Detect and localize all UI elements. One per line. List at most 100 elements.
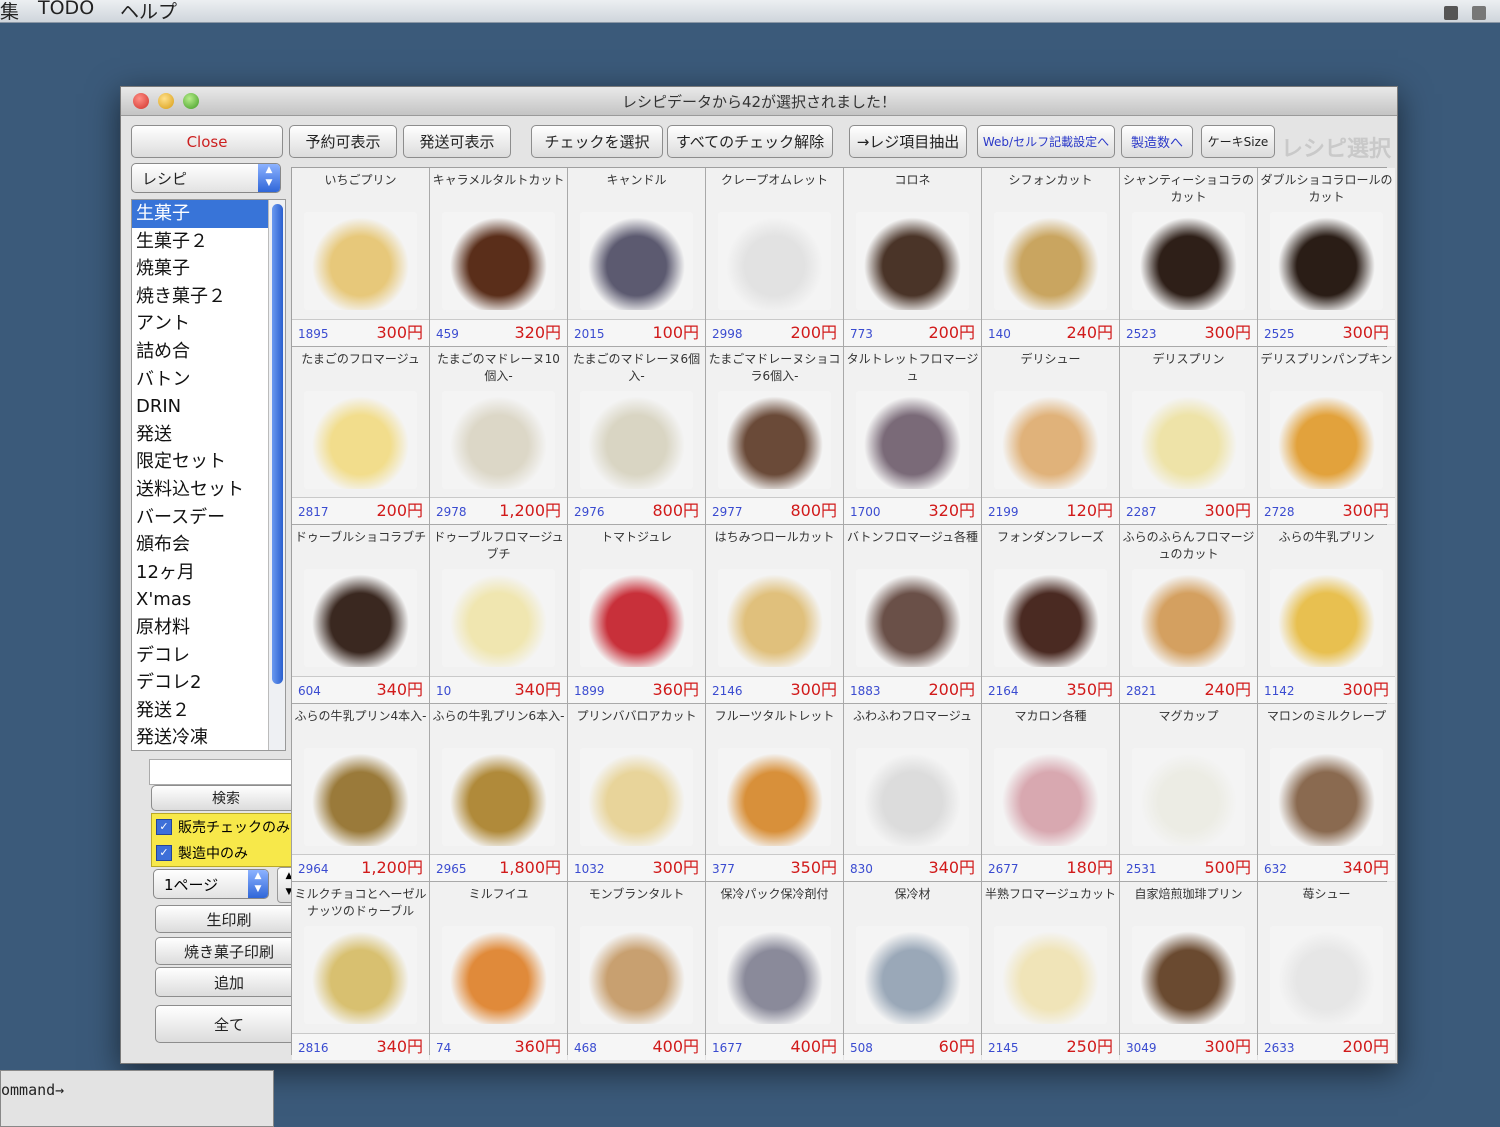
cake-size-button[interactable]: ケーキSize (1201, 125, 1275, 158)
product-cell[interactable]: ふらの牛乳プリン4本入- 2964 1,200円 (292, 703, 429, 882)
product-image[interactable] (1132, 390, 1245, 489)
product-cell[interactable]: シフォンカット 140 240円 (982, 168, 1119, 346)
product-cell[interactable]: ふらの牛乳プリン 1142 300円 (1258, 525, 1395, 703)
product-cell[interactable]: タルトレットフロマージュ 1700 320円 (844, 346, 981, 525)
product-image[interactable] (580, 569, 693, 668)
product-image[interactable] (442, 569, 555, 668)
extract-register-button[interactable]: →レジ項目抽出 (849, 125, 967, 158)
product-image[interactable] (856, 569, 969, 668)
product-cell[interactable]: マカロン各種 2677 180円 (982, 703, 1119, 882)
add-button[interactable]: 追加 (155, 967, 303, 997)
product-cell[interactable]: たまごのマドレーヌ10個入- 2978 1,200円 (430, 346, 567, 525)
product-cell[interactable]: フォンダンフレーズ 2164 350円 (982, 525, 1119, 703)
select-checked-button[interactable]: チェックを選択 (531, 125, 663, 158)
sidebar-item[interactable]: 焼菓子 (132, 255, 285, 283)
product-cell[interactable]: フルーツタルトレット 377 350円 (706, 703, 843, 882)
sales-check-row[interactable]: ✓ 販売チェックのみ (152, 814, 304, 840)
product-image[interactable] (718, 569, 831, 668)
product-image[interactable] (718, 926, 831, 1025)
scrollbar-thumb[interactable] (272, 204, 283, 684)
search-button[interactable]: 検索 (151, 785, 301, 811)
product-cell[interactable]: マグカップ 2531 500円 (1120, 703, 1257, 882)
sidebar-item[interactable]: 限定セット (132, 448, 285, 476)
product-image[interactable] (304, 926, 417, 1025)
product-image[interactable] (1132, 212, 1245, 310)
print-fresh-button[interactable]: 生印刷 (155, 905, 303, 933)
product-cell[interactable]: ミルクチョコとヘーゼルナッツのドゥーブル 2816 340円 (292, 882, 429, 1060)
product-cell[interactable]: はちみつロールカット 2146 300円 (706, 525, 843, 703)
clear-checks-button[interactable]: すべてのチェック解除 (667, 125, 833, 158)
web-settings-button[interactable]: Web/セルフ記載設定へ (977, 125, 1115, 158)
product-cell[interactable]: トマトジュレ 1899 360円 (568, 525, 705, 703)
product-image[interactable] (580, 212, 693, 310)
product-cell[interactable]: キャラメルタルトカット 459 320円 (430, 168, 567, 346)
sidebar-item[interactable]: デコレ2 (132, 669, 285, 697)
product-cell[interactable]: キャンドル 2015 100円 (568, 168, 705, 346)
product-image[interactable] (856, 926, 969, 1025)
product-cell[interactable]: ふわふわフロマージュ 830 340円 (844, 703, 981, 882)
input-method-icon[interactable] (1444, 6, 1458, 20)
product-cell[interactable]: ドゥーブルショコラブチ 604 340円 (292, 525, 429, 703)
product-image[interactable] (442, 212, 555, 310)
product-image[interactable] (1132, 926, 1245, 1025)
product-cell[interactable]: いちごプリン 1895 300円 (292, 168, 429, 346)
product-cell[interactable]: たまごのフロマージュ 2817 200円 (292, 346, 429, 525)
product-image[interactable] (580, 926, 693, 1025)
product-cell[interactable]: 保冷材 508 60円 (844, 882, 981, 1060)
sidebar-item[interactable]: 原材料 (132, 614, 285, 642)
sidebar-item[interactable]: バトン (132, 366, 285, 394)
list-scrollbar[interactable] (268, 200, 285, 750)
sidebar-item[interactable]: 12ヶ月 (132, 559, 285, 587)
product-cell[interactable]: ふらの牛乳プリン6本入- 2965 1,800円 (430, 703, 567, 882)
sidebar-item[interactable]: 生菓子 (132, 200, 285, 228)
product-image[interactable] (580, 747, 693, 846)
sidebar-item[interactable]: 発送冷凍 (132, 724, 285, 750)
menu-todo[interactable]: TODO (38, 0, 94, 19)
product-cell[interactable]: モンブランタルト 468 400円 (568, 882, 705, 1060)
sidebar-item[interactable]: 詰め合 (132, 338, 285, 366)
product-image[interactable] (442, 390, 555, 489)
page-popup[interactable]: 1ページ ▲ ▼ (153, 869, 269, 899)
product-image[interactable] (718, 747, 831, 846)
product-cell[interactable]: 苺シュー 2633 200円 (1258, 882, 1395, 1060)
product-cell[interactable]: たまごのマドレーヌ6個入- 2976 800円 (568, 346, 705, 525)
sidebar-item[interactable]: 焼き菓子２ (132, 283, 285, 311)
product-image[interactable] (718, 212, 831, 310)
product-image[interactable] (304, 569, 417, 668)
product-image[interactable] (1132, 569, 1245, 668)
sidebar-item[interactable]: DRIN (132, 393, 285, 421)
product-image[interactable] (442, 747, 555, 846)
product-image[interactable] (304, 390, 417, 489)
product-cell[interactable]: マロンのミルクレープ 632 340円 (1258, 703, 1395, 882)
product-cell[interactable]: たまごマドレーヌショコラ6個入- 2977 800円 (706, 346, 843, 525)
product-image[interactable] (1270, 390, 1383, 489)
product-cell[interactable]: 自家焙煎珈琲プリン 3049 300円 (1120, 882, 1257, 1060)
product-image[interactable] (1270, 212, 1383, 310)
sidebar-item[interactable]: デコレ (132, 642, 285, 670)
product-cell[interactable]: デリスプリン 2287 300円 (1120, 346, 1257, 525)
product-image[interactable] (1132, 747, 1245, 846)
product-cell[interactable]: クレープオムレット 2998 200円 (706, 168, 843, 346)
reservable-button[interactable]: 予約可表示 (289, 125, 397, 158)
print-baked-button[interactable]: 焼き菓子印刷 (155, 937, 303, 965)
product-image[interactable] (1270, 926, 1383, 1025)
product-image[interactable] (994, 747, 1107, 846)
product-cell[interactable]: ダブルショコラロールのカット 2525 300円 (1258, 168, 1395, 346)
checkbox-checked-icon[interactable]: ✓ (156, 845, 172, 861)
product-cell[interactable]: ドゥーブルフロマージュブチ 10 340円 (430, 525, 567, 703)
all-button[interactable]: 全て (155, 1005, 303, 1043)
production-check-row[interactable]: ✓ 製造中のみ (152, 840, 304, 866)
product-cell[interactable]: 半熟フロマージュカット 2145 250円 (982, 882, 1119, 1060)
product-cell[interactable]: 保冷パック保冷剤付 1677 400円 (706, 882, 843, 1060)
sidebar-item[interactable]: バースデー (132, 504, 285, 532)
product-cell[interactable]: デリシュー 2199 120円 (982, 346, 1119, 525)
sidebar-item[interactable]: X'mas (132, 586, 285, 614)
bluetooth-icon[interactable] (1472, 6, 1486, 20)
category-list[interactable]: 生菓子 生菓子２ 焼菓子 焼き菓子２ アント 詰め合 バトン DRIN 発送 限定セット 送料込セッ… (131, 199, 286, 751)
product-image[interactable] (442, 926, 555, 1025)
product-image[interactable] (304, 212, 417, 310)
sidebar-item[interactable]: 送料込セット (132, 476, 285, 504)
product-image[interactable] (718, 390, 831, 489)
product-cell[interactable]: バトンフロマージュ各種 1883 200円 (844, 525, 981, 703)
product-image[interactable] (856, 747, 969, 846)
